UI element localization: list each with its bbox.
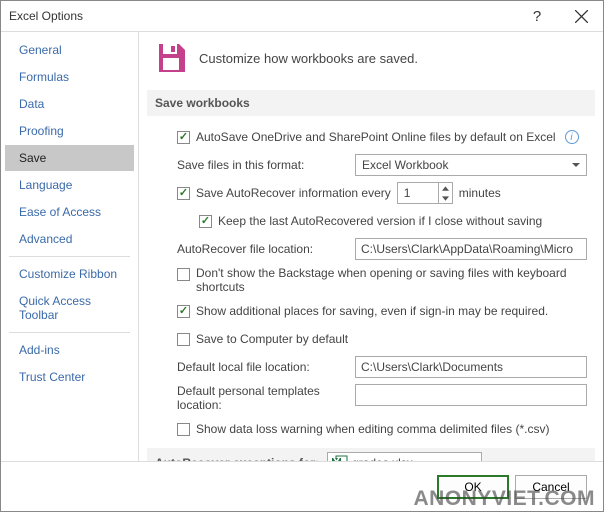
cancel-button[interactable]: Cancel bbox=[515, 475, 587, 499]
excel-options-dialog: Excel Options ? General Formulas Data Pr… bbox=[0, 0, 604, 512]
default-local-label: Default local file location: bbox=[177, 360, 349, 374]
keep-last-checkbox[interactable] bbox=[199, 215, 212, 228]
sidebar-item-add-ins[interactable]: Add-ins bbox=[5, 337, 134, 363]
dialog-body: General Formulas Data Proofing Save Lang… bbox=[1, 31, 603, 461]
autorecover-minutes-value: 1 bbox=[398, 186, 438, 200]
save-icon bbox=[155, 42, 187, 74]
sidebar-item-trust-center[interactable]: Trust Center bbox=[5, 364, 134, 390]
row-keep-last: Keep the last AutoRecovered version if I… bbox=[155, 210, 587, 232]
default-templates-label: Default personal templates location: bbox=[177, 384, 349, 412]
autosave-onedrive-label: AutoSave OneDrive and SharePoint Online … bbox=[196, 130, 556, 144]
row-autorecover-interval: Save AutoRecover information every 1 min… bbox=[155, 182, 587, 204]
row-autosave-onedrive: AutoSave OneDrive and SharePoint Online … bbox=[155, 126, 587, 148]
spinner-down[interactable] bbox=[439, 193, 452, 203]
sidebar-item-proofing[interactable]: Proofing bbox=[5, 118, 134, 144]
autorecover-location-label: AutoRecover file location: bbox=[177, 242, 349, 256]
row-default-local: Default local file location: C:\Users\Cl… bbox=[155, 356, 587, 378]
csv-warning-label: Show data loss warning when editing comm… bbox=[196, 422, 550, 436]
sidebar: General Formulas Data Proofing Save Lang… bbox=[1, 32, 139, 461]
help-button[interactable]: ? bbox=[515, 1, 559, 31]
sidebar-separator bbox=[9, 332, 130, 333]
chevron-down-icon bbox=[572, 161, 580, 169]
save-format-value: Excel Workbook bbox=[362, 158, 448, 172]
save-format-select[interactable]: Excel Workbook bbox=[355, 154, 587, 176]
sidebar-item-language[interactable]: Language bbox=[5, 172, 134, 198]
keep-last-label: Keep the last AutoRecovered version if I… bbox=[218, 214, 542, 228]
sidebar-item-data[interactable]: Data bbox=[5, 91, 134, 117]
hero: Customize how workbooks are saved. bbox=[155, 42, 587, 74]
hero-text: Customize how workbooks are saved. bbox=[199, 51, 418, 66]
sidebar-item-save[interactable]: Save bbox=[5, 145, 134, 171]
close-icon bbox=[575, 10, 588, 23]
autorecover-minutes-spinner[interactable]: 1 bbox=[397, 182, 453, 204]
exceptions-workbook-select[interactable]: X grades.xlsx bbox=[327, 452, 482, 461]
question-icon: ? bbox=[533, 8, 541, 25]
spinner-up[interactable] bbox=[439, 183, 452, 193]
main-panel: Customize how workbooks are saved. Save … bbox=[139, 32, 603, 461]
row-save-format: Save files in this format: Excel Workboo… bbox=[155, 154, 587, 176]
default-templates-input[interactable] bbox=[355, 384, 587, 406]
row-save-to-computer: Save to Computer by default bbox=[155, 328, 587, 350]
autorecover-location-input[interactable]: C:\Users\Clark\AppData\Roaming\Micro bbox=[355, 238, 587, 260]
dont-show-backstage-checkbox[interactable] bbox=[177, 268, 190, 281]
ok-button[interactable]: OK bbox=[437, 475, 509, 499]
row-default-templates: Default personal templates location: bbox=[155, 384, 587, 412]
info-icon[interactable]: i bbox=[565, 130, 579, 144]
save-to-computer-label: Save to Computer by default bbox=[196, 332, 348, 346]
sidebar-item-general[interactable]: General bbox=[5, 37, 134, 63]
section-autorecover-exceptions: AutoRecover exceptions for: X grades.xls… bbox=[147, 448, 595, 461]
csv-warning-checkbox[interactable] bbox=[177, 423, 190, 436]
dialog-footer: OK Cancel ANONYVIET.COM bbox=[1, 461, 603, 511]
row-show-additional: Show additional places for saving, even … bbox=[155, 300, 587, 322]
close-button[interactable] bbox=[559, 1, 603, 31]
show-additional-checkbox[interactable] bbox=[177, 305, 190, 318]
window-title: Excel Options bbox=[9, 9, 515, 23]
show-additional-label: Show additional places for saving, even … bbox=[196, 304, 548, 318]
save-format-label: Save files in this format: bbox=[177, 158, 349, 172]
sidebar-item-ease-of-access[interactable]: Ease of Access bbox=[5, 199, 134, 225]
save-to-computer-checkbox[interactable] bbox=[177, 333, 190, 346]
row-dont-show-backstage: Don't show the Backstage when opening or… bbox=[155, 266, 587, 294]
save-autorecover-post: minutes bbox=[459, 186, 501, 200]
sidebar-separator bbox=[9, 256, 130, 257]
sidebar-item-customize-ribbon[interactable]: Customize Ribbon bbox=[5, 261, 134, 287]
save-autorecover-checkbox[interactable] bbox=[177, 187, 190, 200]
row-autorecover-location: AutoRecover file location: C:\Users\Clar… bbox=[155, 238, 587, 260]
sidebar-item-formulas[interactable]: Formulas bbox=[5, 64, 134, 90]
section-save-workbooks: Save workbooks bbox=[147, 90, 595, 116]
dont-show-backstage-label: Don't show the Backstage when opening or… bbox=[196, 266, 587, 294]
default-local-input[interactable]: C:\Users\Clark\Documents bbox=[355, 356, 587, 378]
sidebar-item-advanced[interactable]: Advanced bbox=[5, 226, 134, 252]
sidebar-item-quick-access-toolbar[interactable]: Quick Access Toolbar bbox=[5, 288, 134, 328]
titlebar: Excel Options ? bbox=[1, 1, 603, 31]
row-csv-warning: Show data loss warning when editing comm… bbox=[155, 418, 587, 440]
autosave-onedrive-checkbox[interactable] bbox=[177, 131, 190, 144]
save-autorecover-pre: Save AutoRecover information every bbox=[196, 186, 391, 200]
